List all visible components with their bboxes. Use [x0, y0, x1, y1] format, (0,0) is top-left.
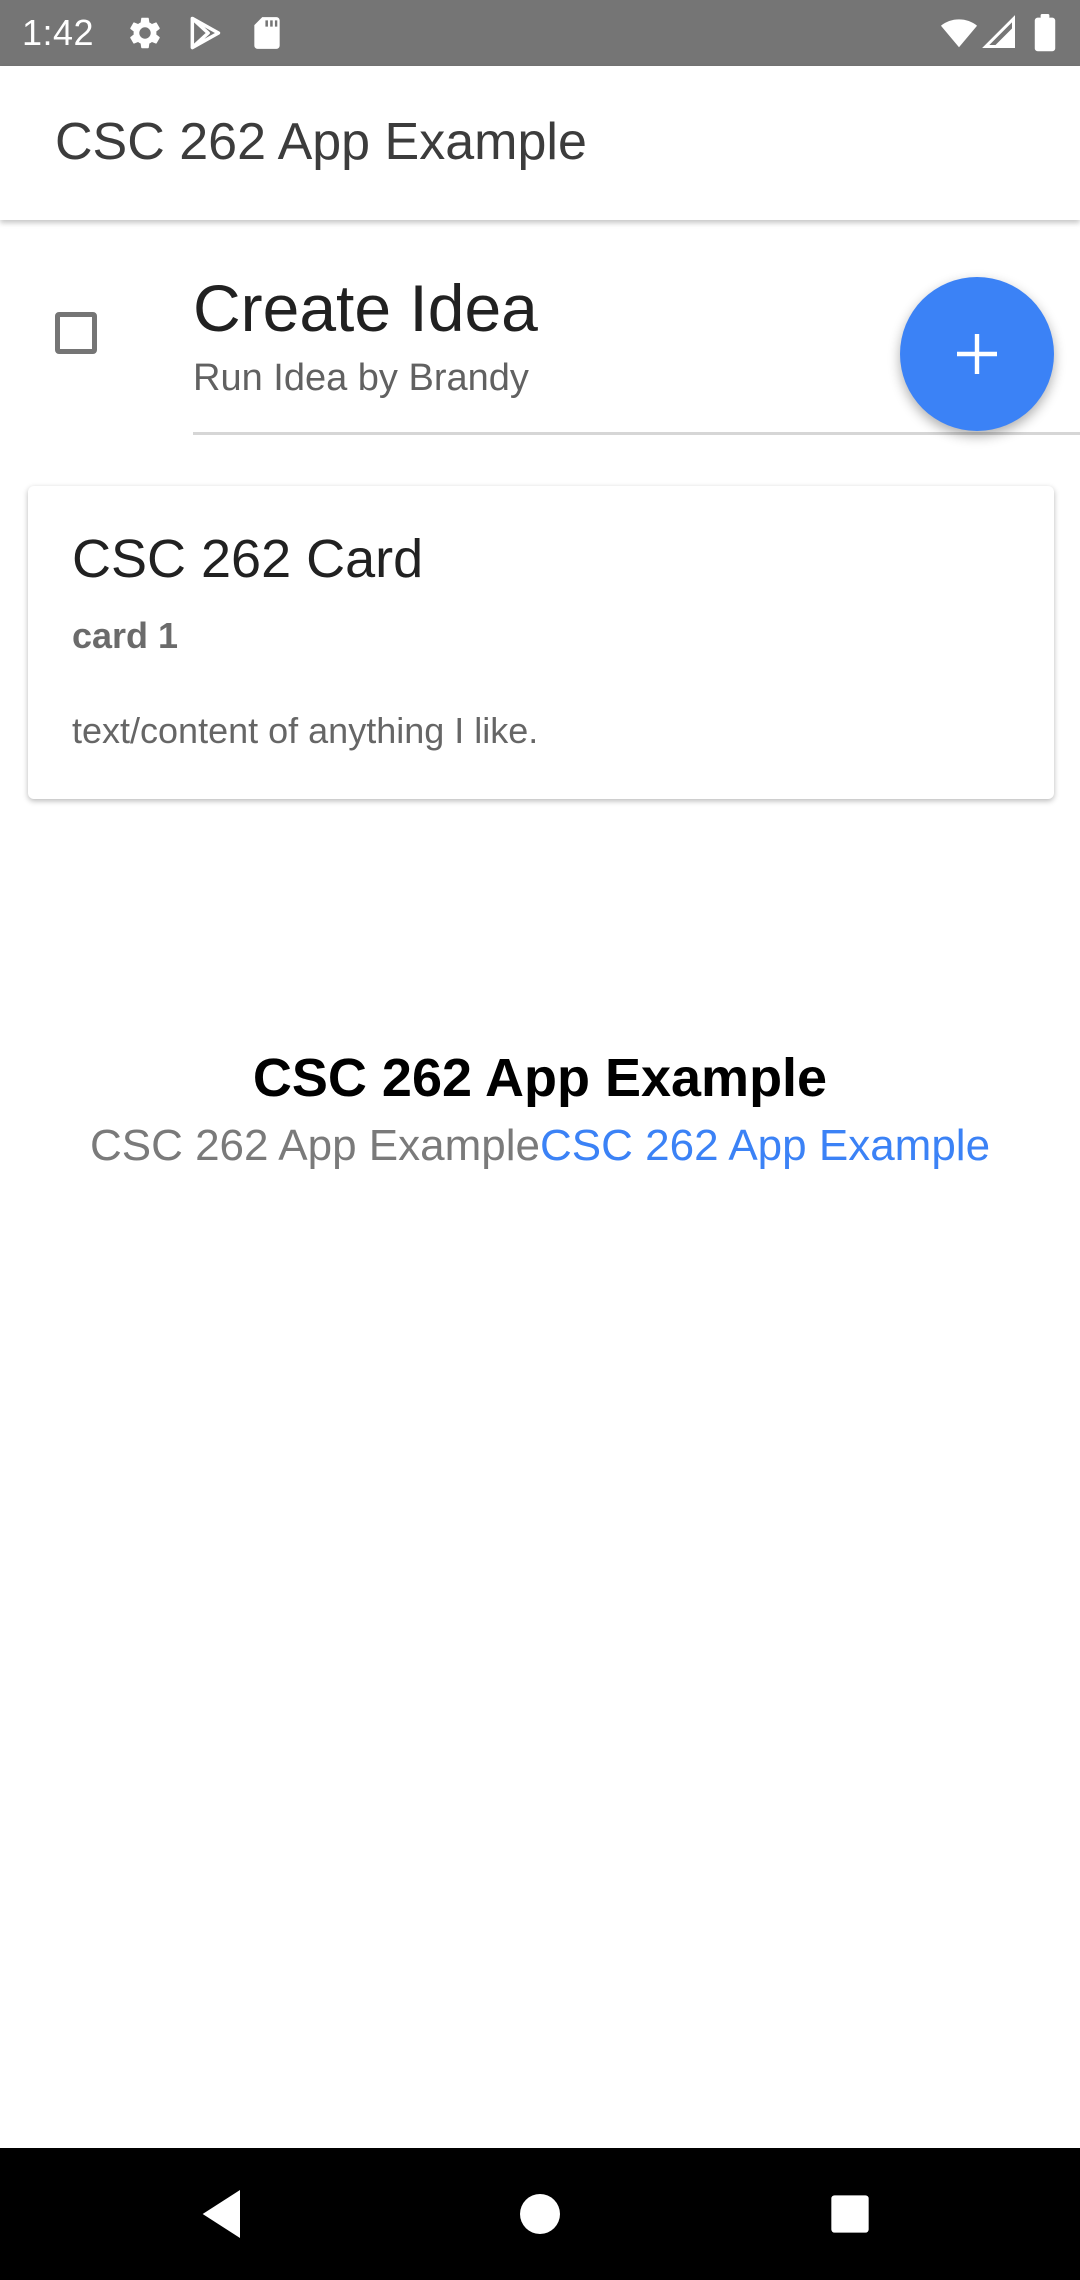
home-icon [520, 2194, 560, 2234]
status-bar: 1:42 [0, 0, 1080, 66]
wifi-icon [938, 14, 980, 52]
signal-icon [982, 14, 1018, 52]
navigation-bar [0, 2148, 1080, 2280]
play-store-icon [186, 14, 224, 52]
recents-button[interactable] [818, 2182, 882, 2246]
gear-icon [126, 14, 164, 52]
center-text-link[interactable]: CSC 262 App Example [540, 1121, 990, 1170]
card-content: text/content of anything I like. [72, 710, 539, 751]
back-icon [202, 2190, 240, 2238]
center-text-gray: CSC 262 App Example [89, 1121, 540, 1170]
app-bar-title: CSC 262 App Example [55, 113, 587, 171]
list-item-subtitle: Run Idea by Brandy [193, 357, 529, 399]
divider [193, 432, 1080, 435]
card-subtitle: card 1 [72, 615, 179, 656]
home-button[interactable] [508, 2182, 572, 2246]
add-button[interactable] [900, 277, 1054, 431]
back-button[interactable] [192, 2182, 256, 2246]
plus-icon [957, 334, 997, 374]
sd-card-icon [248, 14, 286, 52]
app-bar: CSC 262 App Example [0, 66, 1080, 220]
status-time: 1:42 [22, 12, 95, 53]
recents-icon [831, 2195, 869, 2233]
center-heading: CSC 262 App Example [252, 1048, 828, 1108]
card-title: CSC 262 Card [72, 529, 424, 589]
checkbox[interactable] [55, 312, 97, 354]
list-item-title: Create Idea [193, 271, 538, 345]
card: CSC 262 Card card 1 text/content of anyt… [28, 486, 1054, 799]
center-text-line: CSC 262 App ExampleCSC 262 App Example [0, 1118, 1080, 1174]
battery-icon [1030, 14, 1060, 52]
